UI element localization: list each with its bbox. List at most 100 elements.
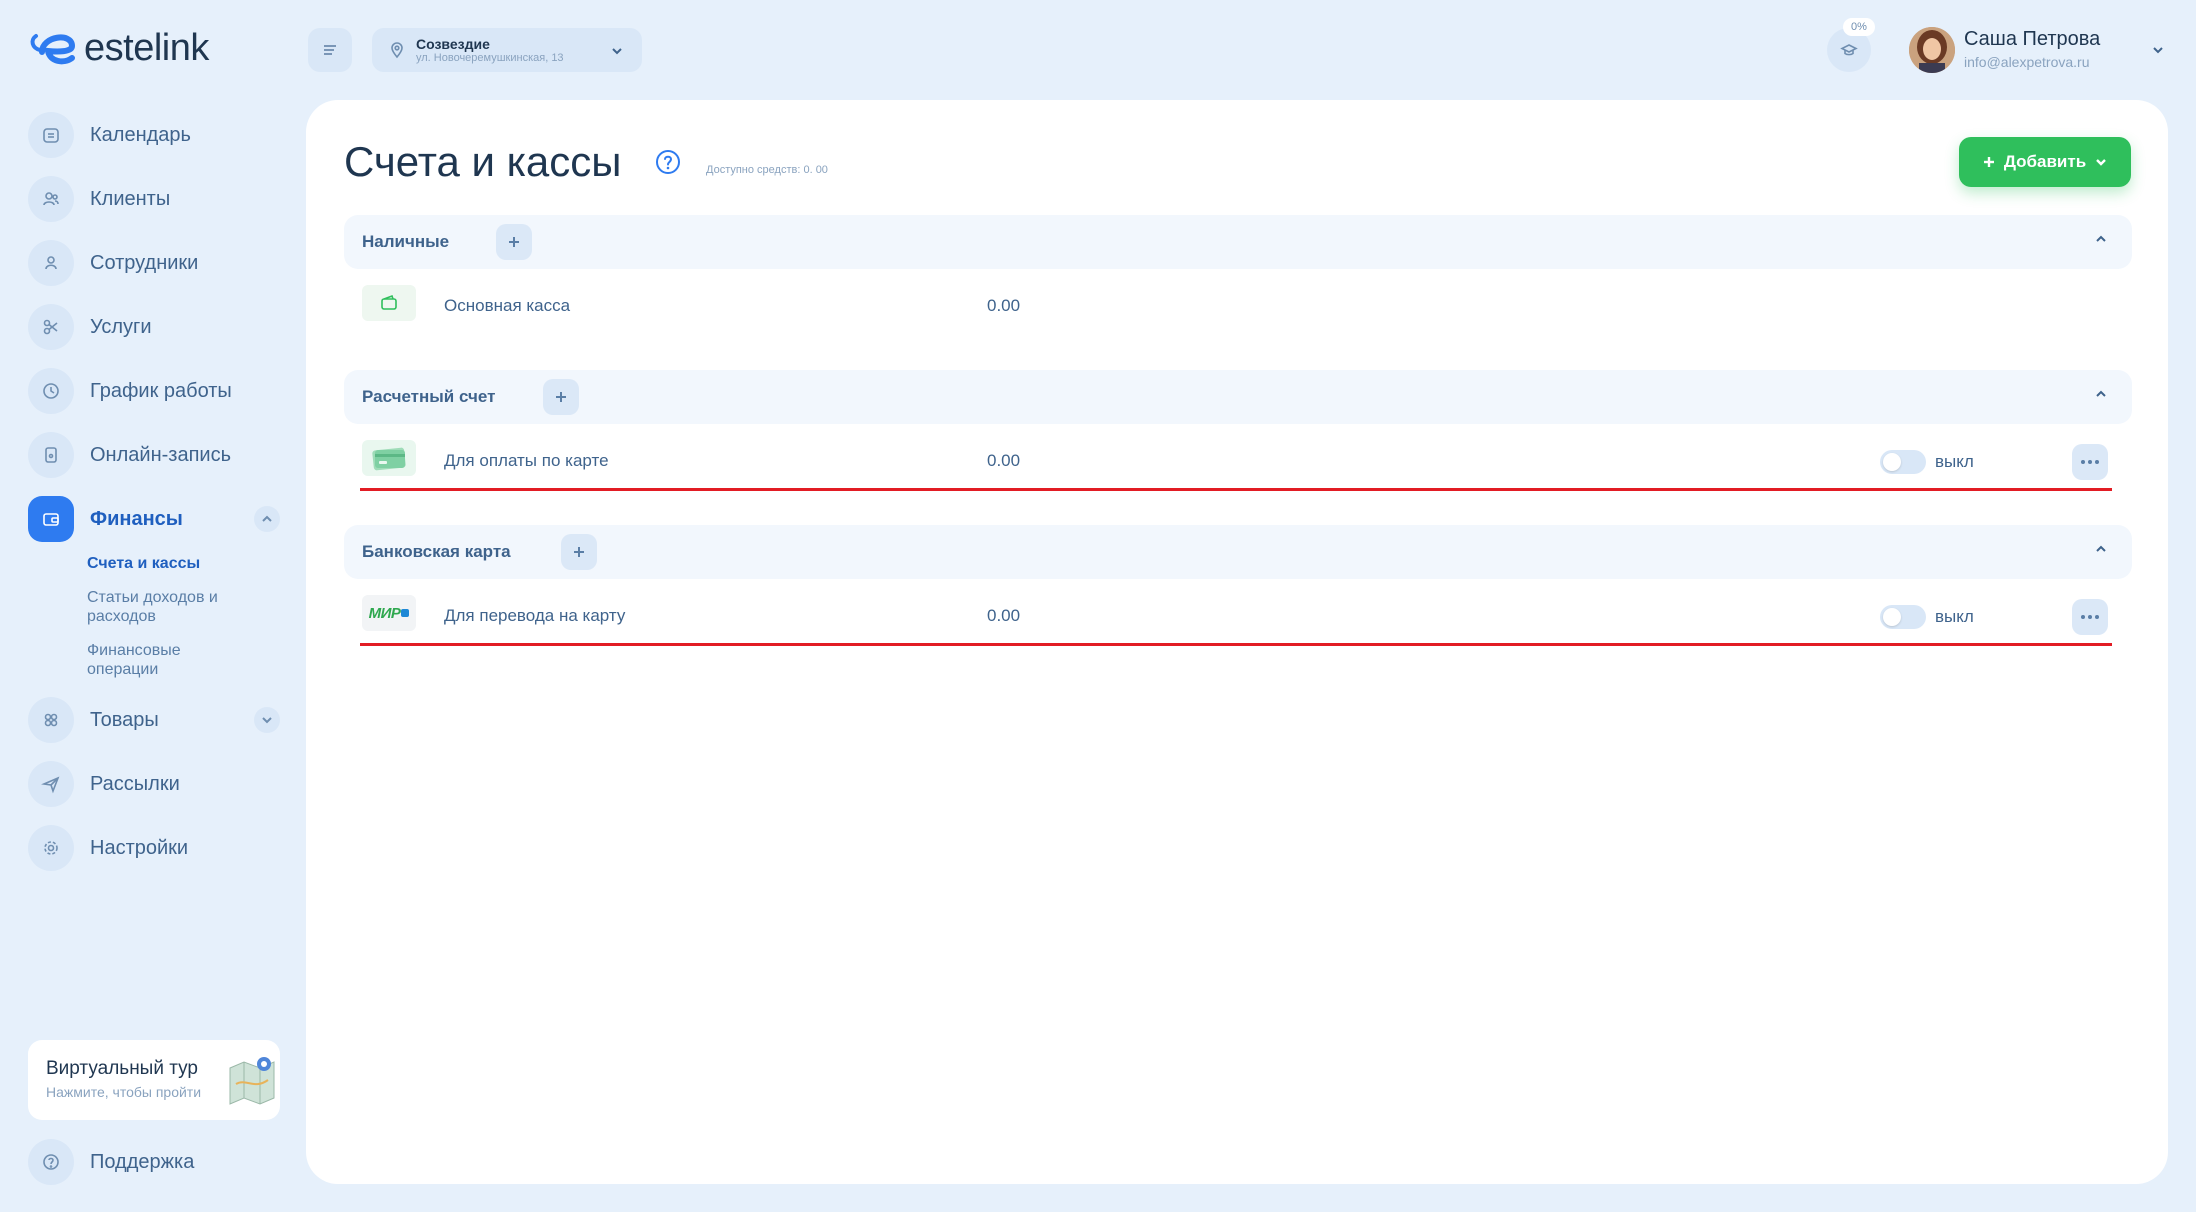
user-menu-button[interactable] — [2144, 36, 2172, 64]
dot — [2088, 615, 2092, 619]
toggle-label: выкл — [1935, 452, 1974, 471]
highlight-underline — [360, 488, 2112, 491]
plus-icon — [509, 237, 519, 247]
chevron-up-icon[interactable] — [254, 506, 280, 532]
section-cash: Наличные Основная касса 0.00 — [344, 215, 2132, 343]
account-toggle[interactable] — [1880, 605, 1926, 629]
add-button[interactable]: Добавить — [1959, 137, 2131, 187]
brand-name: estelink — [84, 26, 209, 69]
virtual-tour-card[interactable]: Виртуальный тур Нажмите, чтобы пройти — [28, 1040, 280, 1120]
sidebar-item-label: Рассылки — [90, 772, 180, 795]
location-pin-icon — [391, 42, 403, 59]
subnav-item-income-expense[interactable]: Статьи доходов и расходов — [87, 588, 247, 626]
dot — [2088, 460, 2092, 464]
section-title: Банковская карта — [362, 542, 511, 561]
dot — [2095, 615, 2099, 619]
estelink-logo-icon — [30, 34, 76, 65]
sidebar-item-mailing[interactable]: Рассылки — [28, 761, 280, 807]
brand-logo[interactable]: estelink — [28, 26, 209, 70]
section-title: Наличные — [362, 232, 450, 251]
account-amount: 0.00 — [987, 606, 1021, 625]
sidebar-item-services[interactable]: Услуги — [28, 304, 280, 350]
toggle-label: выкл — [1935, 607, 1974, 626]
support-label: Поддержка — [90, 1150, 195, 1173]
section-header: Расчетный счет — [344, 370, 2132, 424]
section-header: Наличные — [344, 215, 2132, 269]
help-icon — [28, 1139, 74, 1185]
sidebar-item-finance[interactable]: Финансы — [28, 496, 280, 542]
account-amount: 0.00 — [987, 451, 1021, 470]
mir-logo-icon: МИР — [362, 595, 416, 631]
sidebar-item-clients[interactable]: Клиенты — [28, 176, 280, 222]
avatar[interactable] — [1909, 27, 1955, 73]
user-name: Саша Петрова — [1964, 28, 2101, 50]
more-options-button[interactable] — [2072, 599, 2108, 635]
subnav-item-operations[interactable]: Финансовые операции — [87, 641, 217, 679]
available-funds: Доступно средств: 0. 00 — [706, 164, 828, 176]
add-settlement-account-button[interactable] — [543, 379, 579, 415]
sidebar-item-label: Настройки — [90, 836, 189, 859]
sidebar-item-label: Онлайн-запись — [90, 443, 231, 466]
clients-icon — [28, 176, 74, 222]
plus-icon — [556, 392, 566, 402]
sidebar-item-label: График работы — [90, 379, 232, 402]
chevron-up-icon — [2096, 545, 2106, 552]
sidebar-item-calendar[interactable]: Календарь — [28, 112, 280, 158]
section-header: Банковская карта — [344, 525, 2132, 579]
finance-subnav: Счета и кассы Статьи доходов и расходов … — [87, 554, 280, 679]
collapse-section-button[interactable] — [2094, 387, 2114, 407]
add-cash-account-button[interactable] — [496, 224, 532, 260]
add-bank-card-button[interactable] — [561, 534, 597, 570]
section-bank-card: Банковская карта МИР Для перевода на кар… — [344, 525, 2132, 653]
section-title: Расчетный счет — [362, 387, 496, 406]
collapse-section-button[interactable] — [2094, 542, 2114, 562]
user-email: info@alexpetrova.ru — [1964, 54, 2090, 70]
wallet-icon — [28, 496, 74, 542]
sidebar-item-schedule[interactable]: График работы — [28, 368, 280, 414]
account-name: Для перевода на карту — [444, 606, 626, 625]
help-icon[interactable] — [655, 149, 681, 175]
sidebar: estelink Календарь Клиенты Сотрудники Ус… — [0, 0, 306, 1212]
map-icon — [229, 1057, 275, 1105]
mir-logo-arrow — [401, 609, 410, 617]
user-photo-icon — [1909, 27, 1955, 73]
clock-icon — [28, 368, 74, 414]
list-item[interactable]: Для оплаты по карте 0.00 выкл — [344, 424, 2132, 498]
menu-toggle-button[interactable] — [308, 28, 352, 72]
more-options-button[interactable] — [2072, 444, 2108, 480]
sidebar-nav: Календарь Клиенты Сотрудники Услуги Граф… — [28, 112, 280, 889]
subnav-item-accounts[interactable]: Счета и кассы — [87, 554, 280, 573]
chevron-down-icon — [2153, 47, 2163, 54]
collapse-section-button[interactable] — [2094, 232, 2114, 252]
progress-badge: 0% — [1843, 18, 1875, 36]
location-selector[interactable]: Созвездие ул. Новочеремушкинская, 13 — [372, 28, 642, 72]
send-icon — [28, 761, 74, 807]
chevron-down-icon — [612, 48, 622, 55]
chevron-down-icon — [2096, 159, 2107, 166]
list-item[interactable]: МИР Для перевода на карту 0.00 выкл — [344, 579, 2132, 653]
dot — [2081, 460, 2085, 464]
chevron-up-icon — [2096, 390, 2106, 397]
calendar-icon — [28, 112, 74, 158]
sidebar-item-goods[interactable]: Товары — [28, 697, 280, 743]
account-amount: 0.00 — [987, 296, 1021, 315]
section-settlement: Расчетный счет Для оплаты по карте 0.00 … — [344, 370, 2132, 498]
chevron-down-icon[interactable] — [254, 707, 280, 733]
list-item[interactable]: Основная касса 0.00 — [344, 269, 2132, 343]
goods-icon — [28, 697, 74, 743]
phone-icon — [28, 432, 74, 478]
sidebar-item-label: Товары — [90, 708, 159, 731]
location-name: Созвездие — [416, 35, 490, 52]
sidebar-item-staff[interactable]: Сотрудники — [28, 240, 280, 286]
plus-icon — [1983, 157, 1994, 167]
support-link[interactable]: Поддержка — [28, 1139, 194, 1185]
user-icon — [28, 240, 74, 286]
card-icon — [362, 440, 416, 476]
sidebar-item-online[interactable]: Онлайн-запись — [28, 432, 280, 478]
add-button-label: Добавить — [2003, 152, 2087, 171]
plus-icon — [574, 547, 584, 557]
scissors-icon — [28, 304, 74, 350]
page-title: Счета и кассы — [344, 138, 622, 185]
sidebar-item-settings[interactable]: Настройки — [28, 825, 280, 871]
account-toggle[interactable] — [1880, 450, 1926, 474]
